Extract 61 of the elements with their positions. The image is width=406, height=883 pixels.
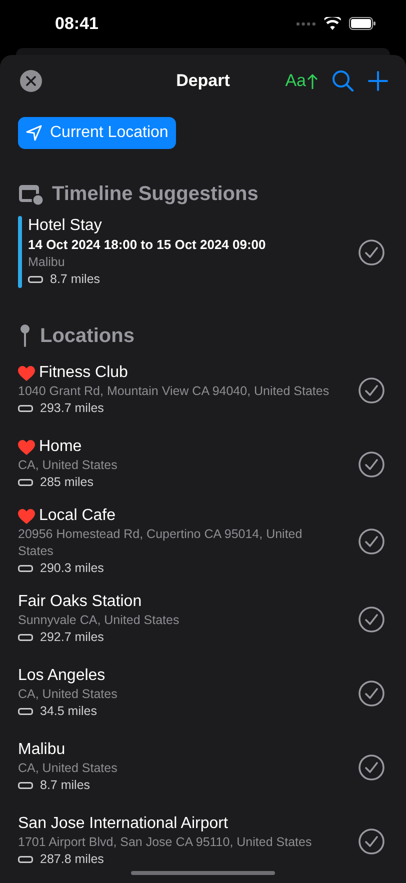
ruler-icon: [18, 405, 33, 412]
location-name: Home: [39, 437, 82, 457]
checkmark-circle-button[interactable]: [358, 450, 385, 478]
location-address: 1040 Grant Rd, Mountain View CA 94040, United States: [18, 383, 330, 400]
calendar-clock-icon: [18, 184, 44, 206]
distance-text: 8.7 miles: [50, 271, 100, 288]
location-name: Local Cafe: [39, 506, 116, 526]
location-name: Fair Oaks Station: [18, 592, 142, 612]
checkmark-circle-button[interactable]: [358, 376, 385, 404]
checkmark-circle-button[interactable]: [358, 828, 385, 854]
suggestion-title: Hotel Stay: [28, 216, 103, 236]
location-name: Fitness Club: [39, 363, 128, 383]
ruler-icon: [18, 782, 33, 789]
checkmark-circle-button[interactable]: [358, 754, 385, 780]
distance-text: 287.8 miles: [40, 851, 104, 868]
location-address: CA, United States: [18, 686, 118, 703]
location-address: CA, United States: [18, 760, 118, 777]
wifi-icon: [324, 17, 341, 30]
font-size-button[interactable]: Aa: [285, 71, 318, 91]
checkmark-circle-button[interactable]: [358, 238, 385, 266]
battery-icon: [349, 17, 376, 30]
ruler-icon: [18, 708, 33, 715]
close-icon: [26, 76, 36, 86]
heart-icon: [18, 366, 35, 380]
location-address: Sunnyvale CA, United States: [18, 612, 180, 629]
distance-text: 34.5 miles: [40, 703, 97, 720]
arrow-up-icon: [307, 72, 318, 90]
section-heading: Timeline Suggestions: [52, 183, 258, 206]
distance-text: 285 miles: [40, 474, 94, 491]
section-heading: Locations: [40, 324, 134, 348]
ruler-icon: [18, 565, 33, 572]
checkmark-circle-button[interactable]: [358, 680, 385, 706]
distance-text: 8.7 miles: [40, 777, 90, 794]
add-button[interactable]: [368, 71, 388, 91]
ruler-icon: [18, 479, 33, 486]
location-address: 1701 Airport Blvd, San Jose CA 95110, United States: [18, 834, 313, 851]
status-time: 08:41: [55, 14, 98, 34]
location-name: Los Angeles: [18, 666, 106, 686]
close-button[interactable]: [20, 70, 42, 92]
checkmark-circle-button[interactable]: [358, 606, 385, 632]
location-name: Malibu: [18, 740, 66, 760]
distance-text: 290.3 miles: [40, 560, 104, 577]
heart-icon: [18, 508, 35, 524]
location-name: San Jose International Airport: [18, 814, 228, 834]
checkmark-circle-button[interactable]: [358, 528, 385, 555]
location-address: 20956 Homestead Rd, Cupertino CA 95014, United States: [18, 526, 304, 560]
search-button[interactable]: [332, 70, 354, 92]
location-arrow-icon: [26, 125, 42, 141]
distance-text: 293.7 miles: [40, 400, 104, 417]
ruler-icon: [28, 276, 43, 283]
heart-icon: [18, 440, 35, 454]
distance-text: 292.7 miles: [40, 629, 104, 646]
location-address: CA, United States: [18, 457, 118, 474]
sheet-title: Depart: [176, 71, 230, 91]
ruler-icon: [18, 634, 33, 641]
suggestion-dates: 14 Oct 2024 18:00 to 15 Oct 2024 09:00: [28, 236, 267, 254]
signal-dots-icon: [296, 22, 316, 26]
pin-icon: [18, 324, 32, 348]
current-location-button[interactable]: Current Location: [18, 117, 176, 149]
ruler-icon: [18, 856, 33, 863]
suggestion-place: Malibu: [28, 254, 66, 271]
